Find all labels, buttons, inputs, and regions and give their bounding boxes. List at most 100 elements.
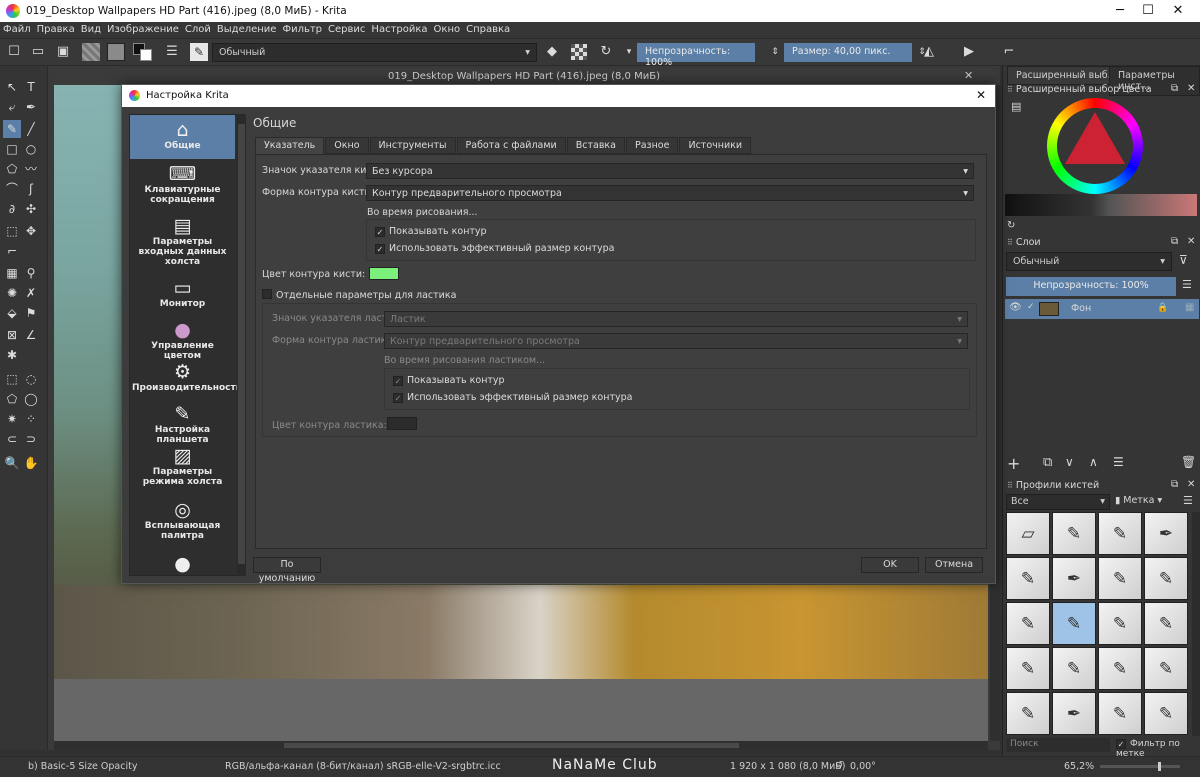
visibility-eye-icon[interactable]: 👁 <box>1009 302 1022 313</box>
duplicate-layer-icon[interactable]: ⧉ <box>1043 455 1052 470</box>
bezier-tool-icon[interactable]: ⌒ <box>3 180 21 198</box>
brush-preset[interactable]: ✎ <box>1052 512 1096 555</box>
layer-properties-icon[interactable]: ☰ <box>1113 455 1124 469</box>
alpha-icon[interactable]: ▦ <box>1185 302 1194 313</box>
background-color-icon[interactable] <box>140 49 152 61</box>
transform-tool-icon[interactable]: ⬚ <box>3 222 21 240</box>
tab-file-handling[interactable]: Работа с файлами <box>456 137 566 154</box>
presets-scrollbar[interactable] <box>1192 512 1200 736</box>
delete-layer-icon[interactable]: 🗑 <box>1181 455 1196 469</box>
horizontal-scrollbar[interactable] <box>54 741 988 750</box>
line-tool-icon[interactable]: ╱ <box>22 120 40 138</box>
close-layers-icon[interactable]: ✕ <box>1187 236 1195 247</box>
opacity-slider[interactable]: Непрозрачность: 100% <box>637 43 755 68</box>
calligraphy-icon[interactable]: ✒ <box>22 98 40 116</box>
menu-layer[interactable]: Слой <box>182 22 214 37</box>
rect-select-icon[interactable]: ⬚ <box>3 370 21 388</box>
pan-tool-icon[interactable]: ✋ <box>22 454 40 472</box>
contiguous-select-icon[interactable]: ✷ <box>3 410 21 428</box>
dialog-close-button[interactable]: ✕ <box>976 88 986 102</box>
sidebar-scrollbar[interactable] <box>237 114 246 576</box>
chevron-down-icon[interactable]: ▾ <box>620 43 638 61</box>
colorize-mask-icon[interactable]: ✗ <box>22 284 40 302</box>
brush-preset[interactable]: ✎ <box>1144 692 1188 735</box>
brush-preset[interactable]: ✎ <box>1006 602 1050 645</box>
brush-preset-selected[interactable]: ✎ <box>1052 602 1096 645</box>
sidebar-item-performance[interactable]: ⚙ Производительность <box>130 357 241 399</box>
document-close-icon[interactable]: ✕ <box>964 69 973 82</box>
menu-help[interactable]: Справка <box>463 22 513 37</box>
float-layers-icon[interactable]: ⧉ <box>1171 236 1178 247</box>
brush-preset[interactable]: ▱ <box>1006 512 1050 555</box>
layer-menu-icon[interactable]: ☰ <box>1182 278 1192 291</box>
tab-window[interactable]: Окно <box>325 137 369 154</box>
move-tool-icon[interactable]: ✥ <box>22 222 40 240</box>
dynamic-brush-icon[interactable]: ∂ <box>3 200 21 218</box>
tab-resources[interactable]: Источники <box>679 137 752 154</box>
brush-preset[interactable]: ✎ <box>1006 647 1050 690</box>
measure-tool-icon[interactable]: ∠ <box>22 326 40 344</box>
zoom-slider[interactable] <box>1100 762 1180 771</box>
brush-preset[interactable]: ✎ <box>1006 557 1050 600</box>
show-outline-checkbox[interactable]: ✓ Показывать контур <box>375 226 487 237</box>
brush-preset[interactable]: ✒ <box>1144 512 1188 555</box>
tab-tools[interactable]: Инструменты <box>369 137 456 154</box>
save-icon[interactable]: ▣ <box>54 43 72 61</box>
reference-tool-icon[interactable]: ✱ <box>3 346 21 364</box>
brush-preset[interactable]: ✎ <box>1144 557 1188 600</box>
fill-tool-icon[interactable]: ⬙ <box>3 304 21 322</box>
maximize-button[interactable]: ☐ <box>1134 2 1162 20</box>
eraser-cursor-select[interactable]: Ластик ▾ <box>384 311 968 327</box>
brush-preset[interactable]: ✎ <box>1098 512 1142 555</box>
eraser-outline-select[interactable]: Контур предварительного просмотра ▾ <box>384 333 968 349</box>
mirror-horizontal-icon[interactable]: ◭ <box>920 43 938 61</box>
sidebar-item-general[interactable]: ⌂ Общие <box>130 115 235 159</box>
menu-settings[interactable]: Настройка <box>368 22 430 37</box>
menu-image[interactable]: Изображение <box>104 22 182 37</box>
brush-preset[interactable]: ✎ <box>1144 602 1188 645</box>
cancel-button[interactable]: Отмена <box>925 557 983 573</box>
crop-icon[interactable]: ⌐ <box>1000 43 1018 61</box>
menu-filter[interactable]: Фильтр <box>279 22 325 37</box>
select-shape-icon[interactable]: ↖ <box>3 78 21 96</box>
tab-misc[interactable]: Разное <box>625 137 679 154</box>
outline-shape-select[interactable]: Контур предварительного просмотра ▾ <box>366 185 974 201</box>
outline-color-button[interactable] <box>369 267 399 280</box>
tab-paste[interactable]: Вставка <box>566 137 625 154</box>
color-history-strip[interactable] <box>1005 194 1197 216</box>
menu-view[interactable]: Вид <box>78 22 104 37</box>
alpha-lock-icon[interactable] <box>571 44 587 60</box>
polyline-tool-icon[interactable]: 〰 <box>22 160 40 178</box>
ok-button[interactable]: OK <box>861 557 919 573</box>
preset-search-input[interactable]: Поиск <box>1006 738 1110 752</box>
eraser-show-outline-checkbox[interactable]: ✓ Показывать контур <box>393 375 505 386</box>
layer-checkbox-icon[interactable]: ✓ <box>1027 302 1035 312</box>
ellipse-select-icon[interactable]: ◌ <box>22 370 40 388</box>
layer-name[interactable]: Фон <box>1071 303 1091 314</box>
edit-shape-icon[interactable]: ⤶ <box>3 98 21 116</box>
menu-edit[interactable]: Правка <box>34 22 78 37</box>
sidebar-item-canvas-mode[interactable]: ▨ Параметры режима холста <box>130 441 235 495</box>
sidebar-item-popup-palette[interactable]: ◎ Всплывающая палитра <box>130 495 235 549</box>
crop-tool-icon[interactable]: ⌐ <box>3 242 21 260</box>
close-docker-icon[interactable]: ✕ <box>1187 83 1195 94</box>
open-folder-icon[interactable]: ▭ <box>29 43 47 61</box>
eraser-mode-icon[interactable]: ◆ <box>543 43 561 61</box>
eraser-color-button[interactable] <box>387 417 417 430</box>
reload-preset-icon[interactable]: ↻ <box>597 43 615 61</box>
opacity-spin-icon[interactable]: ⇕ <box>766 43 784 61</box>
assistant-tool-icon[interactable]: ⊠ <box>3 326 21 344</box>
gradient-swatch-icon[interactable] <box>107 43 125 61</box>
minimize-button[interactable]: ─ <box>1106 2 1134 20</box>
mirror-vertical-icon[interactable]: ▶ <box>960 43 978 61</box>
enclose-fill-icon[interactable]: ⚑ <box>22 304 40 322</box>
freehand-brush-icon[interactable]: ✎ <box>3 120 21 138</box>
layer-blend-select[interactable]: Обычный ▾ <box>1006 252 1172 271</box>
float-presets-icon[interactable]: ⧉ <box>1171 479 1178 490</box>
zoom-tool-icon[interactable]: 🔍 <box>3 454 21 472</box>
brush-preset[interactable]: ✎ <box>1144 647 1188 690</box>
sidebar-item-color-management[interactable]: ● Управление цветом <box>130 315 235 361</box>
brush-preset[interactable]: ✒ <box>1052 557 1096 600</box>
add-layer-icon[interactable]: + <box>1007 454 1020 473</box>
similar-select-icon[interactable]: ⁘ <box>22 410 40 428</box>
